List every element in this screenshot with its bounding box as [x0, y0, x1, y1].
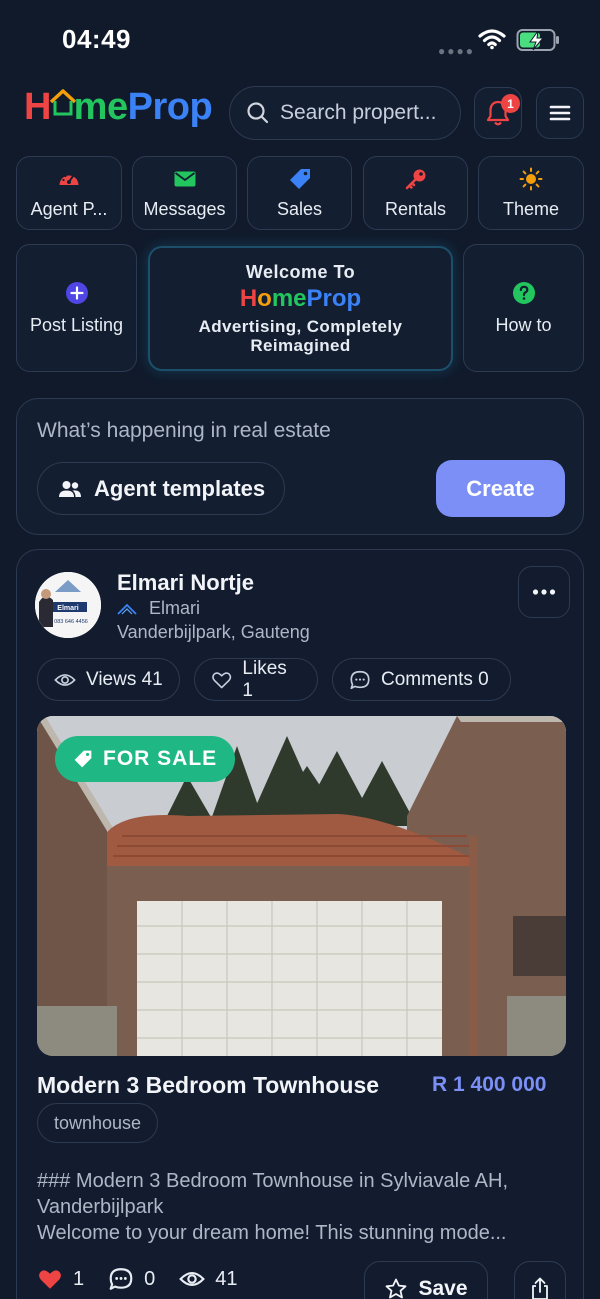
listing-title[interactable]: Modern 3 Bedroom Townhouse [37, 1072, 379, 1099]
comment-count: 0 [144, 1267, 156, 1290]
avatar-image: Elmari 083 646 4456 [35, 572, 101, 638]
tag-icon [74, 750, 92, 768]
more-options-button[interactable] [518, 566, 570, 618]
homeprop-logo[interactable]: HomeProp [24, 86, 213, 129]
listing-description[interactable]: ### Modern 3 Bedroom Townhouse in Sylvia… [37, 1168, 562, 1246]
for-sale-label: FOR SALE [103, 747, 218, 770]
nav-messages-label: Messages [143, 198, 226, 219]
logo-letter-h: H [24, 86, 51, 128]
heart-outline-icon [212, 671, 232, 688]
listing-price: R 1 400 000 [432, 1073, 547, 1096]
how-to-label: How to [495, 314, 552, 335]
like-button[interactable]: 1 [37, 1266, 84, 1292]
search-input[interactable] [280, 101, 450, 125]
nav-rentals[interactable]: Rentals [363, 156, 468, 230]
comment-button[interactable]: 0 [108, 1266, 155, 1292]
welcome-tagline-line-1: Advertising, Completely [198, 317, 403, 336]
nav-rentals-label: Rentals [384, 198, 447, 219]
post-listing-tile[interactable]: Post Listing [16, 244, 137, 372]
help-circle-icon [512, 281, 535, 304]
agent-templates-label: Agent templates [94, 475, 266, 501]
svg-text:Elmari: Elmari [57, 605, 78, 612]
speedometer-icon [59, 172, 79, 185]
create-button[interactable]: Create [436, 460, 565, 517]
welcome-logo-o: o [257, 285, 272, 312]
property-type-chip[interactable]: townhouse [37, 1103, 159, 1143]
nav-agent-portal[interactable]: Agent P... [16, 156, 122, 230]
users-icon [59, 480, 81, 497]
welcome-logo: HomeProp [240, 285, 361, 313]
menu-button[interactable] [536, 87, 584, 139]
sun-icon [519, 167, 543, 190]
post-listing-label: Post Listing [29, 314, 124, 335]
comments-pill[interactable]: Comments 0 [332, 658, 511, 701]
views-count: Views 41 [86, 668, 163, 690]
house-icon [49, 89, 77, 116]
agency-name: Elmari [149, 598, 201, 618]
view-count: 41 [215, 1267, 238, 1290]
share-icon [532, 1277, 548, 1299]
welcome-logo-h: H [239, 285, 258, 312]
comment-icon [109, 1268, 133, 1290]
likes-count: Likes 1 [242, 657, 287, 701]
like-count: 1 [73, 1267, 85, 1290]
battery-charging-icon [516, 29, 559, 51]
welcome-tagline-line-2: Reimagined [250, 336, 351, 355]
save-button[interactable]: Save [364, 1261, 488, 1299]
status-bar: 04:49 ●●●● [0, 0, 600, 80]
post-actions: 1 0 41 [37, 1266, 262, 1292]
description-line-2: Vanderbijlpark [37, 1196, 164, 1218]
nav-theme-label: Theme [502, 198, 560, 219]
notification-count-badge: 1 [501, 94, 520, 113]
post-composer: What’s happening in real estate Agent te… [16, 398, 584, 535]
welcome-title: Welcome To [245, 262, 356, 282]
nav-messages[interactable]: Messages [132, 156, 237, 230]
description-line-1: ### Modern 3 Bedroom Townhouse in Sylvia… [37, 1170, 509, 1192]
how-to-tile[interactable]: How to [463, 244, 584, 372]
comments-count: Comments 0 [381, 668, 489, 690]
search-bar[interactable] [229, 86, 461, 140]
comment-icon [350, 670, 370, 689]
nav-sales[interactable]: Sales [247, 156, 352, 230]
nav-agent-portal-label: Agent P... [30, 198, 108, 219]
save-label: Save [418, 1277, 468, 1299]
for-sale-badge: FOR SALE [55, 736, 236, 782]
description-line-3: Welcome to your dream home! This stunnin… [37, 1222, 507, 1244]
composer-prompt[interactable]: What’s happening in real estate [37, 419, 331, 443]
agent-location: Vanderbijlpark, Gauteng [117, 622, 310, 642]
notifications-button[interactable]: 1 [474, 87, 522, 139]
views-indicator: 41 [179, 1266, 238, 1292]
author-name[interactable]: Elmari Nortje [117, 570, 254, 596]
agency-logo-icon [117, 603, 137, 615]
wifi-icon [478, 29, 506, 50]
agency-row: Elmari [117, 598, 200, 619]
signal-icon: ●●●● [438, 44, 475, 58]
welcome-banner[interactable]: Welcome To HomeProp Advertising, Complet… [148, 246, 453, 371]
plus-circle-icon [65, 281, 88, 304]
welcome-logo-prop: Prop [306, 285, 362, 312]
ellipsis-icon [532, 589, 556, 595]
star-outline-icon [386, 1278, 407, 1299]
status-time: 04:49 [62, 24, 131, 54]
envelope-icon [174, 171, 195, 186]
welcome-logo-me: me [271, 285, 307, 312]
eye-icon [54, 673, 76, 686]
key-icon [405, 169, 425, 189]
agent-templates-button[interactable]: Agent templates [37, 462, 285, 515]
likes-pill[interactable]: Likes 1 [194, 658, 318, 701]
hamburger-menu-icon [549, 105, 571, 121]
views-pill[interactable]: Views 41 [37, 658, 180, 701]
search-icon [247, 102, 269, 124]
agent-avatar[interactable]: Elmari 083 646 4456 [35, 572, 101, 638]
logo-letters-prop: Prop [127, 86, 213, 128]
tag-icon [289, 168, 310, 189]
logo-letters-me: me [73, 86, 128, 128]
nav-sales-label: Sales [276, 198, 323, 219]
listing-post-card: Elmari 083 646 4456 Elmari Nortje Elmari… [16, 549, 584, 1299]
share-button[interactable] [514, 1261, 566, 1299]
eye-icon [179, 1271, 206, 1287]
nav-theme[interactable]: Theme [478, 156, 584, 230]
heart-filled-icon [39, 1270, 61, 1289]
svg-text:083 646 4456: 083 646 4456 [54, 619, 88, 625]
